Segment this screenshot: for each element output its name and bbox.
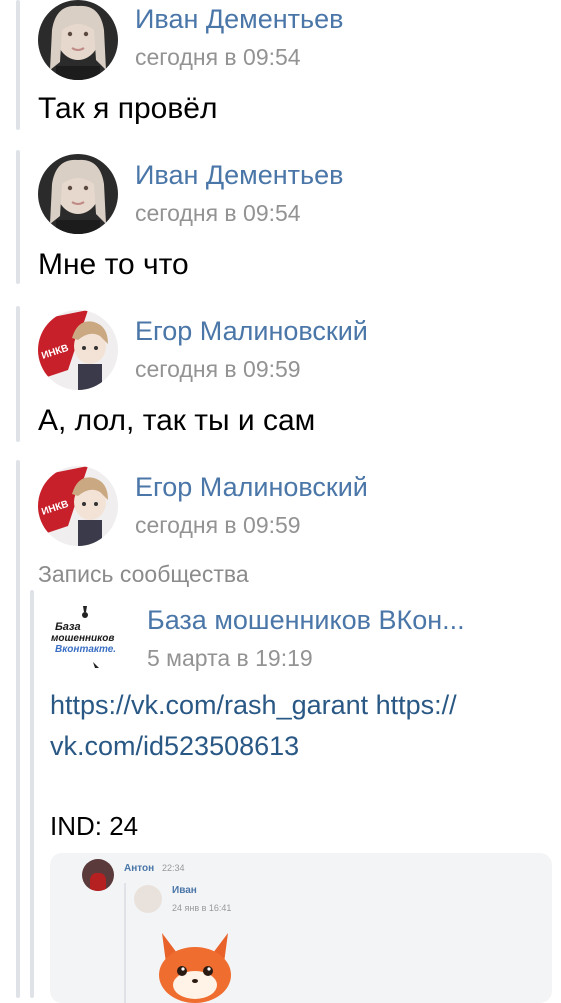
message-2: Иван Дементьев сегодня в 09:54 Мне то чт…	[0, 150, 561, 300]
photo-outer-time: 22:34	[162, 863, 185, 873]
message-time: сегодня в 09:54	[135, 44, 301, 70]
thread-bar	[16, 460, 20, 998]
avatar-egor[interactable]: ИНКВ	[38, 466, 118, 546]
community-avatar[interactable]: База мошенников Вконтакте.	[49, 604, 129, 674]
community-name[interactable]: База мошенников ВКон...	[147, 605, 465, 636]
thread-bar	[16, 150, 20, 284]
repost-bar	[30, 590, 34, 998]
photo-inner-bar	[124, 883, 126, 1003]
message-time: сегодня в 09:54	[135, 200, 301, 226]
community-logo-line3: Вконтакте.	[55, 644, 116, 655]
fox-sticker-icon	[159, 933, 231, 1003]
message-text: Так я провёл	[38, 92, 218, 125]
photo-inner-avatar	[134, 885, 162, 913]
avatar-ivan[interactable]	[38, 154, 118, 234]
photo-inner-name: Иван	[172, 885, 197, 896]
message-text: А, лол, так ты и сам	[38, 404, 316, 437]
author-name[interactable]: Егор Малиновский	[135, 316, 368, 347]
community-logo-line2: мошенников	[51, 633, 114, 644]
post-ind-text: IND: 24	[50, 811, 139, 841]
author-name[interactable]: Егор Малиновский	[135, 472, 368, 503]
community-logo-line1: База	[55, 621, 81, 633]
community-post-time: 5 марта в 19:19	[147, 645, 313, 671]
photo-outer-avatar	[82, 859, 114, 891]
post-photo[interactable]: Антон 22:34 Иван 24 янв в 16:41	[50, 853, 552, 1003]
author-name[interactable]: Иван Дементьев	[135, 4, 343, 35]
avatar-egor[interactable]: ИНКВ	[38, 310, 118, 390]
author-name[interactable]: Иван Дементьев	[135, 160, 343, 191]
message-1: Иван Дементьев сегодня в 09:54 Так я про…	[0, 0, 561, 150]
thread-bar	[16, 0, 20, 130]
message-text: Мне то что	[38, 248, 189, 281]
message-time: сегодня в 09:59	[135, 356, 301, 382]
thread-bar	[16, 306, 20, 442]
message-time: сегодня в 09:59	[135, 512, 301, 538]
message-3: ИНКВ Егор Малиновский сегодня в 09:59 А,…	[0, 300, 561, 460]
photo-inner-time: 24 янв в 16:41	[172, 903, 232, 913]
post-link-2[interactable]: vk.com/id523508613	[50, 731, 299, 762]
photo-outer-name: Антон	[124, 863, 155, 874]
repost-label: Запись сообщества	[38, 561, 249, 587]
post-link-1[interactable]: https://vk.com/rash_garant https://	[50, 690, 457, 721]
avatar-ivan[interactable]	[38, 0, 118, 80]
